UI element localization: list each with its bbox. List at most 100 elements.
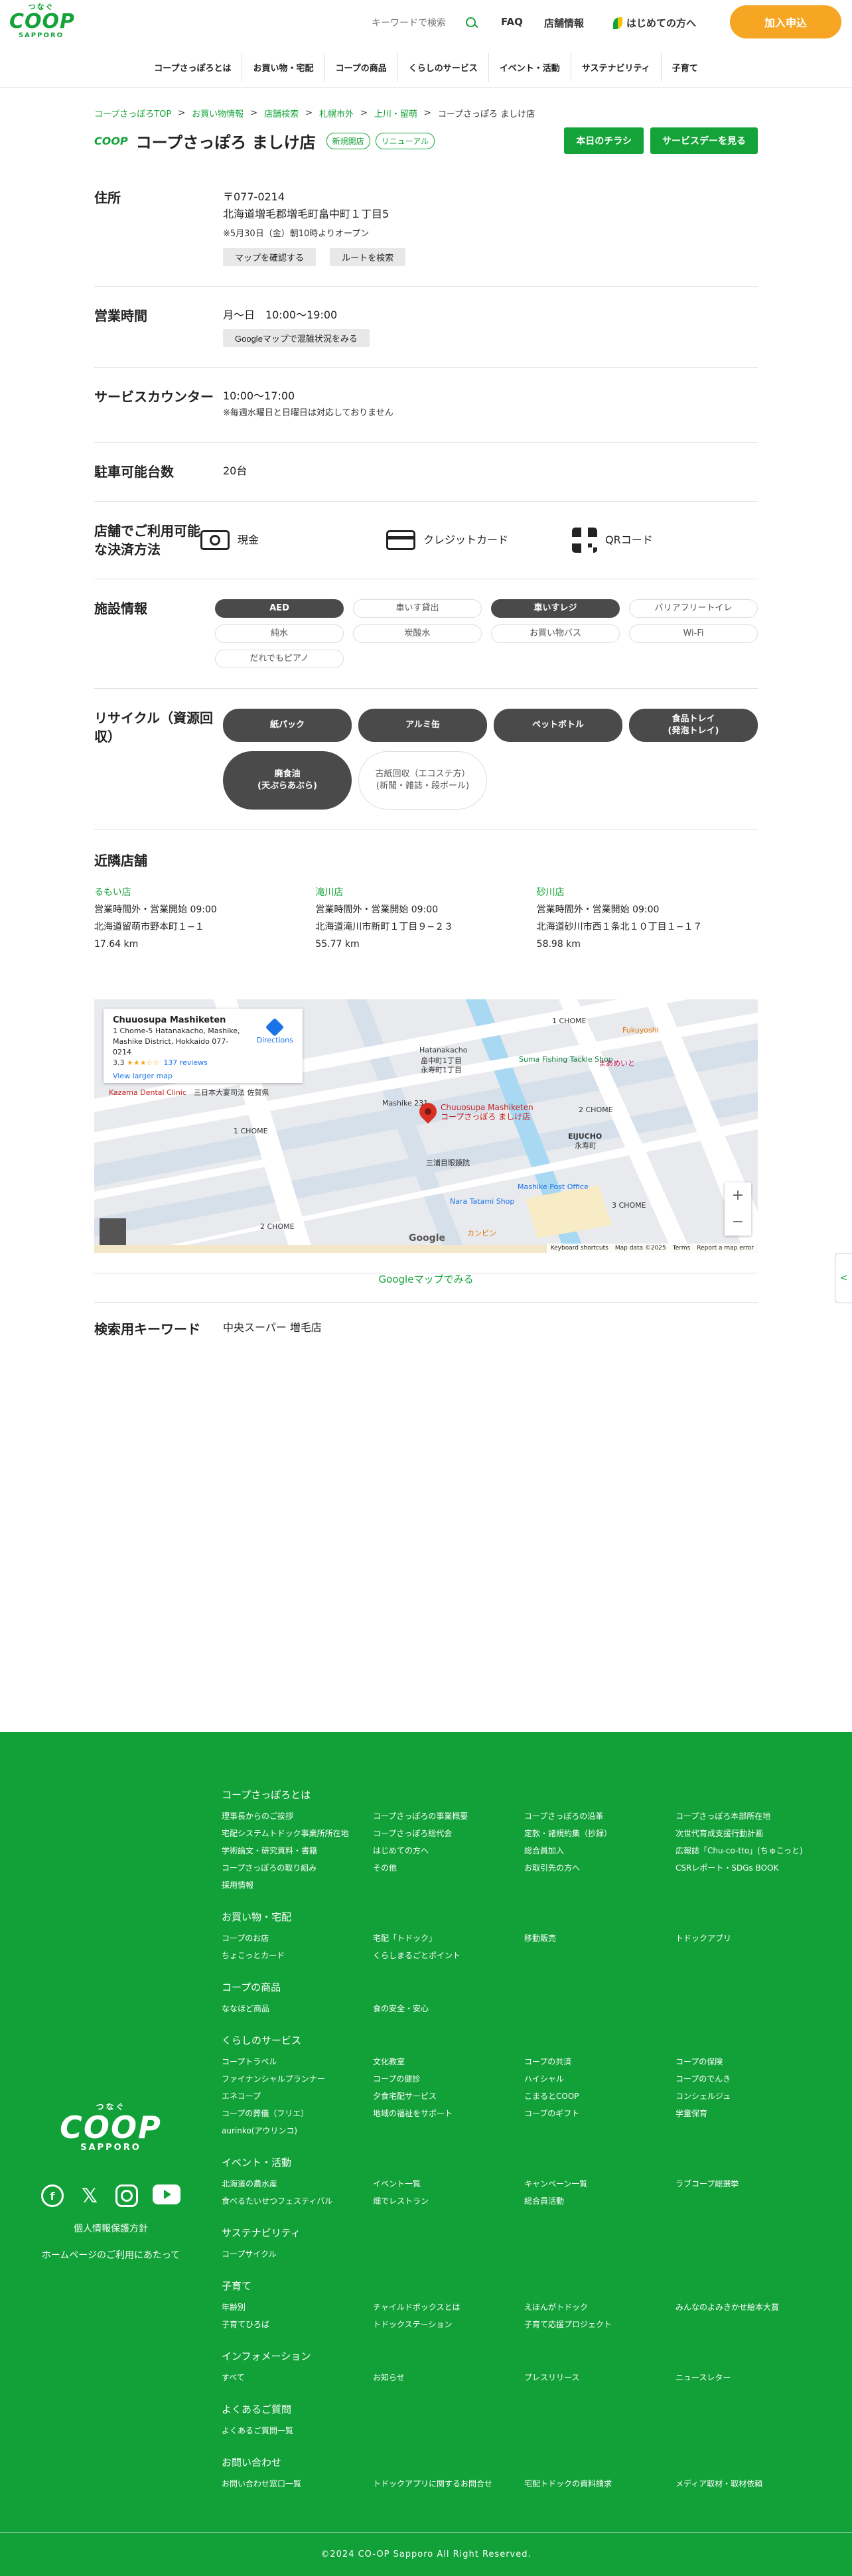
footer-link[interactable]: コープのお店 (222, 1933, 373, 1944)
footer-link[interactable]: 次世代育成支援行動計画 (675, 1828, 827, 1839)
footer-section-title[interactable]: コープの商品 (222, 1980, 829, 1994)
footer-link[interactable]: コープのでんき (675, 2074, 827, 2085)
footer-link[interactable]: トドックアプリ (675, 1933, 827, 1944)
zoom-in-button[interactable]: + (725, 1182, 751, 1209)
service-day-button[interactable]: サービスデーを見る (650, 127, 758, 154)
google-map[interactable]: Kazama Dental Clinic 三日本大宴司法 佐賀県 1 CHOME… (94, 999, 758, 1253)
nav-about[interactable]: コープさっぽろとは (143, 53, 243, 82)
footer-section-title[interactable]: インフォメーション (222, 2349, 829, 2363)
footer-link[interactable]: 畑でレストラン (373, 2196, 524, 2207)
footer-link[interactable]: 理事長からのご挨拶 (222, 1811, 373, 1822)
coop-logo[interactable]: つなぐ COOP SAPPORO (9, 3, 74, 42)
footer-link[interactable]: 宅配「トドック」 (373, 1933, 524, 1944)
footer-link[interactable]: 夕食宅配サービス (373, 2091, 524, 2102)
footer-link[interactable]: コープさっぽろの取り組み (222, 1863, 373, 1874)
flyer-button[interactable]: 本日のチラシ (564, 127, 644, 154)
footer-section-title[interactable]: 子育て (222, 2279, 829, 2293)
footer-link[interactable]: プレスリリース (524, 2372, 675, 2384)
footer-link[interactable]: 文化教室 (373, 2056, 524, 2068)
view-larger-map-link[interactable]: View larger map (113, 1071, 293, 1082)
footer-link[interactable]: こまるとCOOP (524, 2091, 675, 2102)
breadcrumb-top[interactable]: コープさっぽろTOP (94, 107, 171, 119)
facebook-icon[interactable]: f (41, 2184, 64, 2207)
footer-link[interactable]: 学術論文・研究資料・書籍 (222, 1845, 373, 1857)
footer-link[interactable]: 子育て応援プロジェクト (524, 2319, 675, 2330)
footer-link[interactable]: はじめての方へ (373, 1845, 524, 1857)
footer-link[interactable]: 食べるたいせつフェスティバル (222, 2196, 373, 2207)
search-input[interactable] (372, 18, 464, 29)
footer-link[interactable]: 広報誌「Chu-co-tto」(ちゅこっと) (675, 1845, 827, 1857)
footer-section-title[interactable]: コープさっぽろとは (222, 1788, 829, 1802)
footer-link[interactable]: トドックステーション (373, 2319, 524, 2330)
nav-sustainability[interactable]: サステナビリティ (571, 53, 662, 82)
footer-section-title[interactable]: イベント・活動 (222, 2155, 829, 2169)
nav-shopping[interactable]: お買い物・宅配 (242, 53, 325, 82)
footer-link[interactable]: トドックアプリに関するお問合せ (373, 2478, 524, 2490)
map-reviews-link[interactable]: 137 reviews (163, 1058, 208, 1067)
first-time-link[interactable]: はじめての方へ (613, 16, 696, 30)
footer-link[interactable]: メディア取材・取材依頼 (675, 2478, 827, 2490)
footer-section-title[interactable]: サステナビリティ (222, 2226, 829, 2240)
footer-link[interactable]: コープさっぽろ総代会 (373, 1828, 524, 1839)
footer-link[interactable]: キャンペーン一覧 (524, 2179, 675, 2190)
footer-link[interactable]: すべて (222, 2372, 373, 2384)
footer-link[interactable]: コープの保険 (675, 2056, 827, 2068)
footer-link[interactable]: お知らせ (373, 2372, 524, 2384)
nav-services[interactable]: くらしのサービス (398, 53, 489, 82)
nav-products[interactable]: コープの商品 (325, 53, 398, 82)
footer-link[interactable]: ななほど商品 (222, 2003, 373, 2015)
footer-link[interactable]: えほんがトドック (524, 2302, 675, 2313)
instagram-icon[interactable] (115, 2184, 138, 2207)
footer-link[interactable]: お取引先の方へ (524, 1863, 675, 1874)
footer-link[interactable]: その他 (373, 1863, 524, 1874)
footer-link[interactable]: CSRレポート・SDGs BOOK (675, 1863, 827, 1874)
footer-link[interactable]: くらしまるごとポイント (373, 1950, 524, 1962)
check-map-button[interactable]: マップを確認する (223, 248, 317, 266)
footer-link[interactable]: aurinko(アウリンコ) (222, 2125, 373, 2137)
footer-link[interactable]: コープのギフト (524, 2108, 675, 2119)
breadcrumb-shopping[interactable]: お買い物情報 (192, 107, 244, 119)
x-icon[interactable]: 𝕏 (78, 2184, 101, 2208)
footer-section-title[interactable]: お買い物・宅配 (222, 1910, 829, 1924)
zoom-out-button[interactable]: − (725, 1209, 751, 1236)
nav-childcare[interactable]: 子育て (662, 53, 709, 82)
breadcrumb-kamikawa[interactable]: 上川・留萌 (374, 107, 417, 119)
footer-link[interactable]: ファイナンシャルプランナー (222, 2074, 373, 2085)
footer-link[interactable]: コープの健診 (373, 2074, 524, 2085)
breadcrumb-outside-sapporo[interactable]: 札幌市外 (319, 107, 354, 119)
join-button[interactable]: 加入申込 (730, 5, 841, 38)
footer-link[interactable]: ハイシャル (524, 2074, 675, 2085)
footer-link[interactable]: ラブコープ総選挙 (675, 2179, 827, 2190)
footer-link[interactable]: コープサイクル (222, 2249, 373, 2260)
footer-link[interactable]: みんなのよみきかせ絵本大賞 (675, 2302, 827, 2313)
congestion-button[interactable]: Googleマップで混雑状況をみる (223, 329, 370, 347)
footer-link[interactable]: 採用情報 (222, 1880, 373, 1891)
footer-link[interactable]: 年齢別 (222, 2302, 373, 2313)
footer-link[interactable]: 総合員加入 (524, 1845, 675, 1857)
site-terms-link[interactable]: ホームページのご利用にあたって (42, 2248, 180, 2261)
footer-link[interactable]: コープトラベル (222, 2056, 373, 2068)
nearby-store-name[interactable]: るもい店 (94, 887, 131, 898)
footer-link[interactable]: 移動販売 (524, 1933, 675, 1944)
nearby-store-name[interactable]: 砂川店 (537, 887, 565, 898)
footer-link[interactable]: コープさっぽろ本部所在地 (675, 1811, 827, 1822)
footer-link[interactable]: コンシェルジュ (675, 2091, 827, 2102)
search-icon[interactable] (464, 16, 479, 31)
youtube-icon[interactable] (153, 2184, 180, 2204)
footer-section-title[interactable]: よくあるご質問 (222, 2402, 829, 2416)
footer-link[interactable]: 宅配トドックの資料請求 (524, 2478, 675, 2490)
footer-link[interactable]: チャイルドボックスとは (373, 2302, 524, 2313)
map-keyboard-shortcuts[interactable]: Keyboard shortcuts (551, 1245, 608, 1252)
nearby-store-name[interactable]: 滝川店 (315, 887, 343, 898)
footer-link[interactable]: コープさっぽろの事業概要 (373, 1811, 524, 1822)
footer-link[interactable]: よくあるご質問一覧 (222, 2425, 373, 2437)
footer-coop-logo[interactable]: つなぐ COOP SAPPORO (60, 2101, 162, 2153)
route-search-button[interactable]: ルートを検索 (330, 248, 406, 266)
footer-link[interactable]: エネコープ (222, 2091, 373, 2102)
footer-link[interactable]: 定款・諸規約集（抄録） (524, 1828, 675, 1839)
directions-link[interactable]: Directions (257, 1017, 293, 1046)
footer-link[interactable]: 北海道の農水産 (222, 2179, 373, 2190)
map-report-error[interactable]: Report a map error (697, 1245, 754, 1252)
breadcrumb-store-search[interactable]: 店舗検索 (264, 107, 299, 119)
map-terms[interactable]: Terms (673, 1245, 691, 1252)
